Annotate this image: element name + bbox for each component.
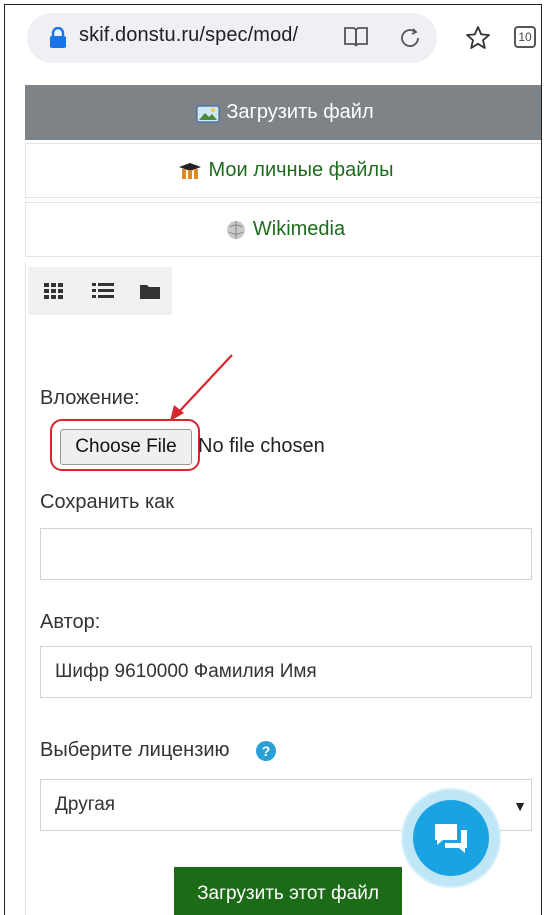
book-icon[interactable]	[343, 25, 369, 49]
folder-view-icon[interactable]	[140, 283, 160, 299]
repo-wikimedia[interactable]: Wikimedia	[25, 202, 541, 257]
grid-view-icon[interactable]	[44, 283, 64, 299]
save-as-input[interactable]	[40, 528, 532, 580]
repo-private-files[interactable]: Мои личные файлы	[25, 143, 541, 198]
view-switcher	[28, 267, 172, 315]
chat-button[interactable]	[413, 800, 489, 876]
browser-toolbar: skif.donstu.ru/spec/mod/ 10	[5, 5, 541, 71]
browser-window: skif.donstu.ru/spec/mod/ 10 Загрузить фа…	[4, 4, 542, 915]
save-as-label: Сохранить как	[40, 491, 175, 513]
upload-icon	[196, 104, 220, 123]
repo-label: Мои личные файлы	[208, 159, 394, 181]
attachment-label: Вложение:	[40, 387, 140, 409]
help-icon[interactable]: ?	[256, 741, 276, 761]
chevron-down-icon: ▼	[513, 798, 527, 814]
license-selected-value: Другая	[55, 794, 116, 815]
repo-label: Wikimedia	[252, 218, 346, 240]
star-icon[interactable]	[464, 24, 492, 52]
chat-icon	[435, 824, 467, 853]
private-files-icon	[178, 162, 201, 179]
lock-icon	[50, 27, 66, 48]
wikimedia-icon	[226, 220, 245, 239]
no-file-text: No file chosen	[198, 435, 325, 457]
author-input[interactable]	[40, 646, 532, 698]
tabs-icon[interactable]: 10	[514, 26, 536, 48]
annotation-arrow	[170, 354, 233, 421]
upload-file-button[interactable]: Загрузить этот файл	[174, 867, 402, 915]
repo-upload-file[interactable]: Загрузить файл	[25, 85, 541, 140]
repo-label: Загрузить файл	[226, 101, 374, 123]
list-view-icon[interactable]	[92, 283, 114, 299]
author-label: Автор:	[40, 611, 101, 633]
reload-icon[interactable]	[397, 25, 423, 51]
license-label: Выберите лицензию	[40, 739, 230, 761]
url-text[interactable]: skif.donstu.ru/spec/mod/	[79, 24, 298, 47]
annotation-highlight	[50, 419, 200, 471]
